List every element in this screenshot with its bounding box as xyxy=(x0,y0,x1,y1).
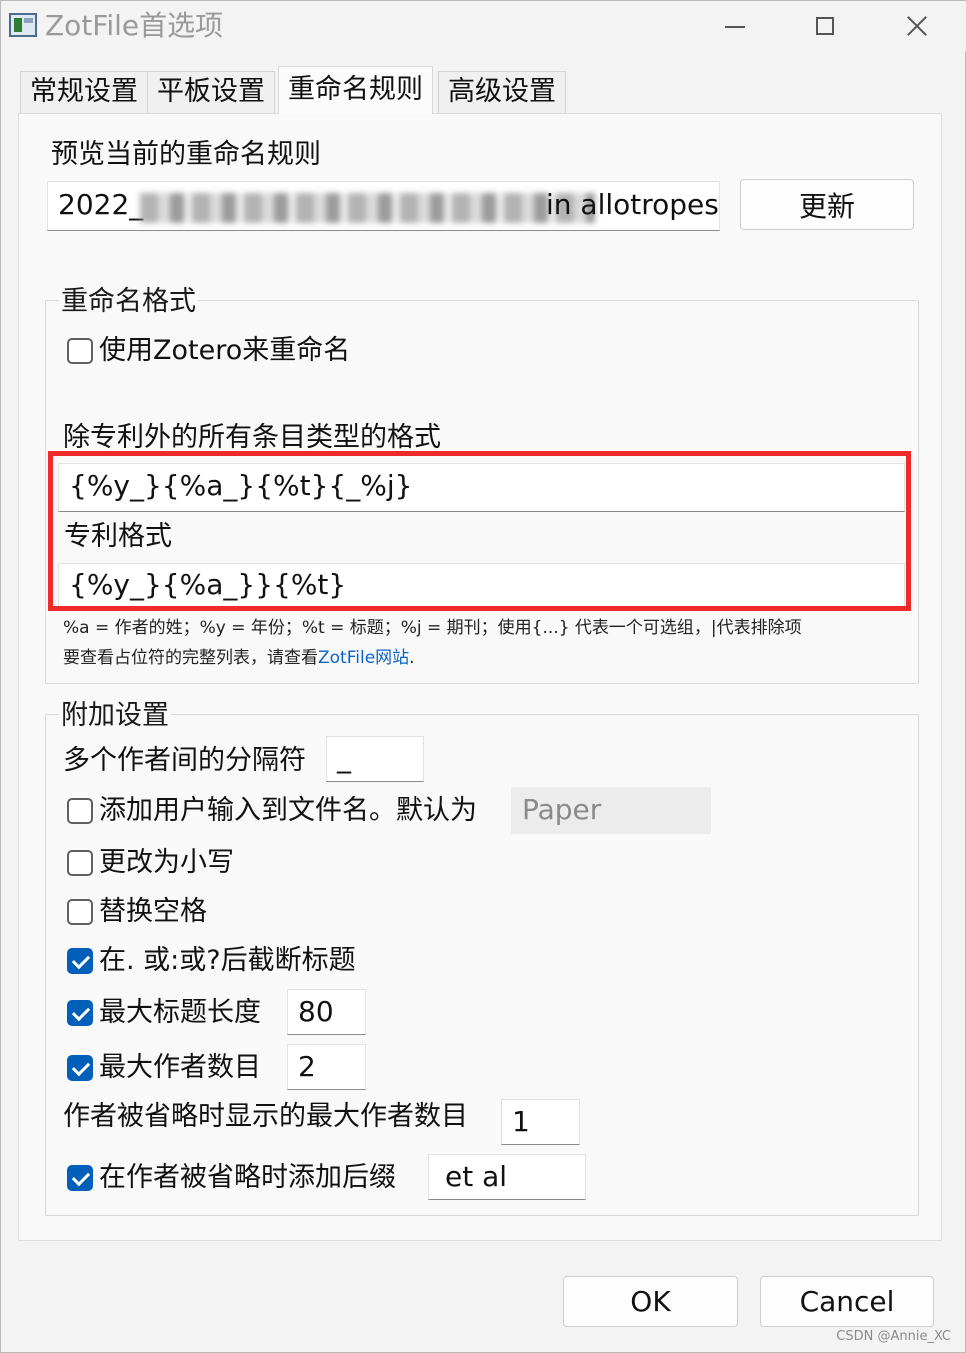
use-zotero-label[interactable]: 使用Zotero来重命名 xyxy=(99,333,350,369)
hint-text: 要查看占位符的完整列表，请查看 xyxy=(63,648,318,668)
add-user-input-checkbox[interactable] xyxy=(67,798,93,824)
watermark: CSDN @Annie_XC xyxy=(836,1329,951,1344)
truncate-title-label[interactable]: 在. 或:或?后截断标题 xyxy=(99,943,356,979)
separator-field[interactable]: _ xyxy=(326,736,424,782)
hint-period: . xyxy=(409,648,415,668)
rename-format-legend: 重命名格式 xyxy=(59,285,198,319)
highlight-box xyxy=(48,451,911,611)
lowercase-label[interactable]: 更改为小写 xyxy=(99,845,234,881)
update-button[interactable]: 更新 xyxy=(740,179,914,230)
truncate-title-checkbox[interactable] xyxy=(67,948,93,974)
add-suffix-checkbox[interactable] xyxy=(67,1165,93,1191)
max-authors-truncated-field[interactable]: 1 xyxy=(501,1099,580,1145)
use-zotero-checkbox[interactable] xyxy=(67,338,93,364)
preview-field[interactable]: 2022_ in allotropes xyxy=(47,181,720,231)
max-authors-checkbox[interactable] xyxy=(67,1055,93,1081)
close-button[interactable] xyxy=(871,1,963,51)
preview-value-start: 2022_ xyxy=(58,188,144,221)
minimize-button[interactable] xyxy=(689,1,781,51)
tab-general[interactable]: 常规设置 xyxy=(20,71,148,114)
suffix-field[interactable]: et al xyxy=(428,1154,586,1200)
cancel-button[interactable]: Cancel xyxy=(760,1276,934,1327)
lowercase-checkbox[interactable] xyxy=(67,850,93,876)
title-bar[interactable]: ZotFile首选项 xyxy=(1,1,966,51)
maximize-icon xyxy=(816,17,834,35)
placeholder-hint-2: 要查看占位符的完整列表，请查看ZotFile网站. xyxy=(63,646,415,670)
window-title: ZotFile首选项 xyxy=(45,9,224,42)
max-title-length-label[interactable]: 最大标题长度 xyxy=(99,995,261,1031)
placeholder-hint: %a = 作者的姓；%y = 年份；%t = 标题；%j = 期刊；使用{...… xyxy=(63,618,802,638)
max-title-length-field[interactable]: 80 xyxy=(287,989,366,1035)
redacted-area xyxy=(140,193,595,223)
additional-settings-legend: 附加设置 xyxy=(59,699,171,733)
max-authors-truncated-label: 作者被省略时显示的最大作者数目 xyxy=(63,1101,468,1132)
max-authors-field[interactable]: 2 xyxy=(287,1044,366,1090)
preview-label: 预览当前的重命名规则 xyxy=(51,139,321,170)
replace-spaces-label[interactable]: 替换空格 xyxy=(99,894,207,930)
separator-label: 多个作者间的分隔符 xyxy=(63,745,306,776)
minimize-icon xyxy=(725,26,745,28)
ok-button[interactable]: OK xyxy=(563,1276,738,1327)
add-user-input-field: Paper xyxy=(511,787,711,834)
tab-renaming-rules[interactable]: 重命名规则 xyxy=(278,66,433,114)
maximize-button[interactable] xyxy=(779,1,871,51)
add-suffix-label[interactable]: 在作者被省略时添加后缀 xyxy=(99,1160,396,1196)
preview-value-end: in allotropes xyxy=(546,188,719,221)
preferences-window: ZotFile首选项 常规设置 平板设置 重命名规则 高级设置 预览当前的重命名… xyxy=(0,0,966,1353)
replace-spaces-checkbox[interactable] xyxy=(67,899,93,925)
tab-tablet[interactable]: 平板设置 xyxy=(147,71,275,114)
app-icon xyxy=(9,13,37,37)
max-authors-label[interactable]: 最大作者数目 xyxy=(99,1050,261,1086)
tab-advanced[interactable]: 高级设置 xyxy=(438,71,566,114)
max-title-length-checkbox[interactable] xyxy=(67,1000,93,1026)
add-user-input-label[interactable]: 添加用户输入到文件名。默认为 xyxy=(99,793,477,829)
close-icon xyxy=(906,15,928,37)
zotfile-website-link[interactable]: ZotFile网站 xyxy=(318,648,409,668)
